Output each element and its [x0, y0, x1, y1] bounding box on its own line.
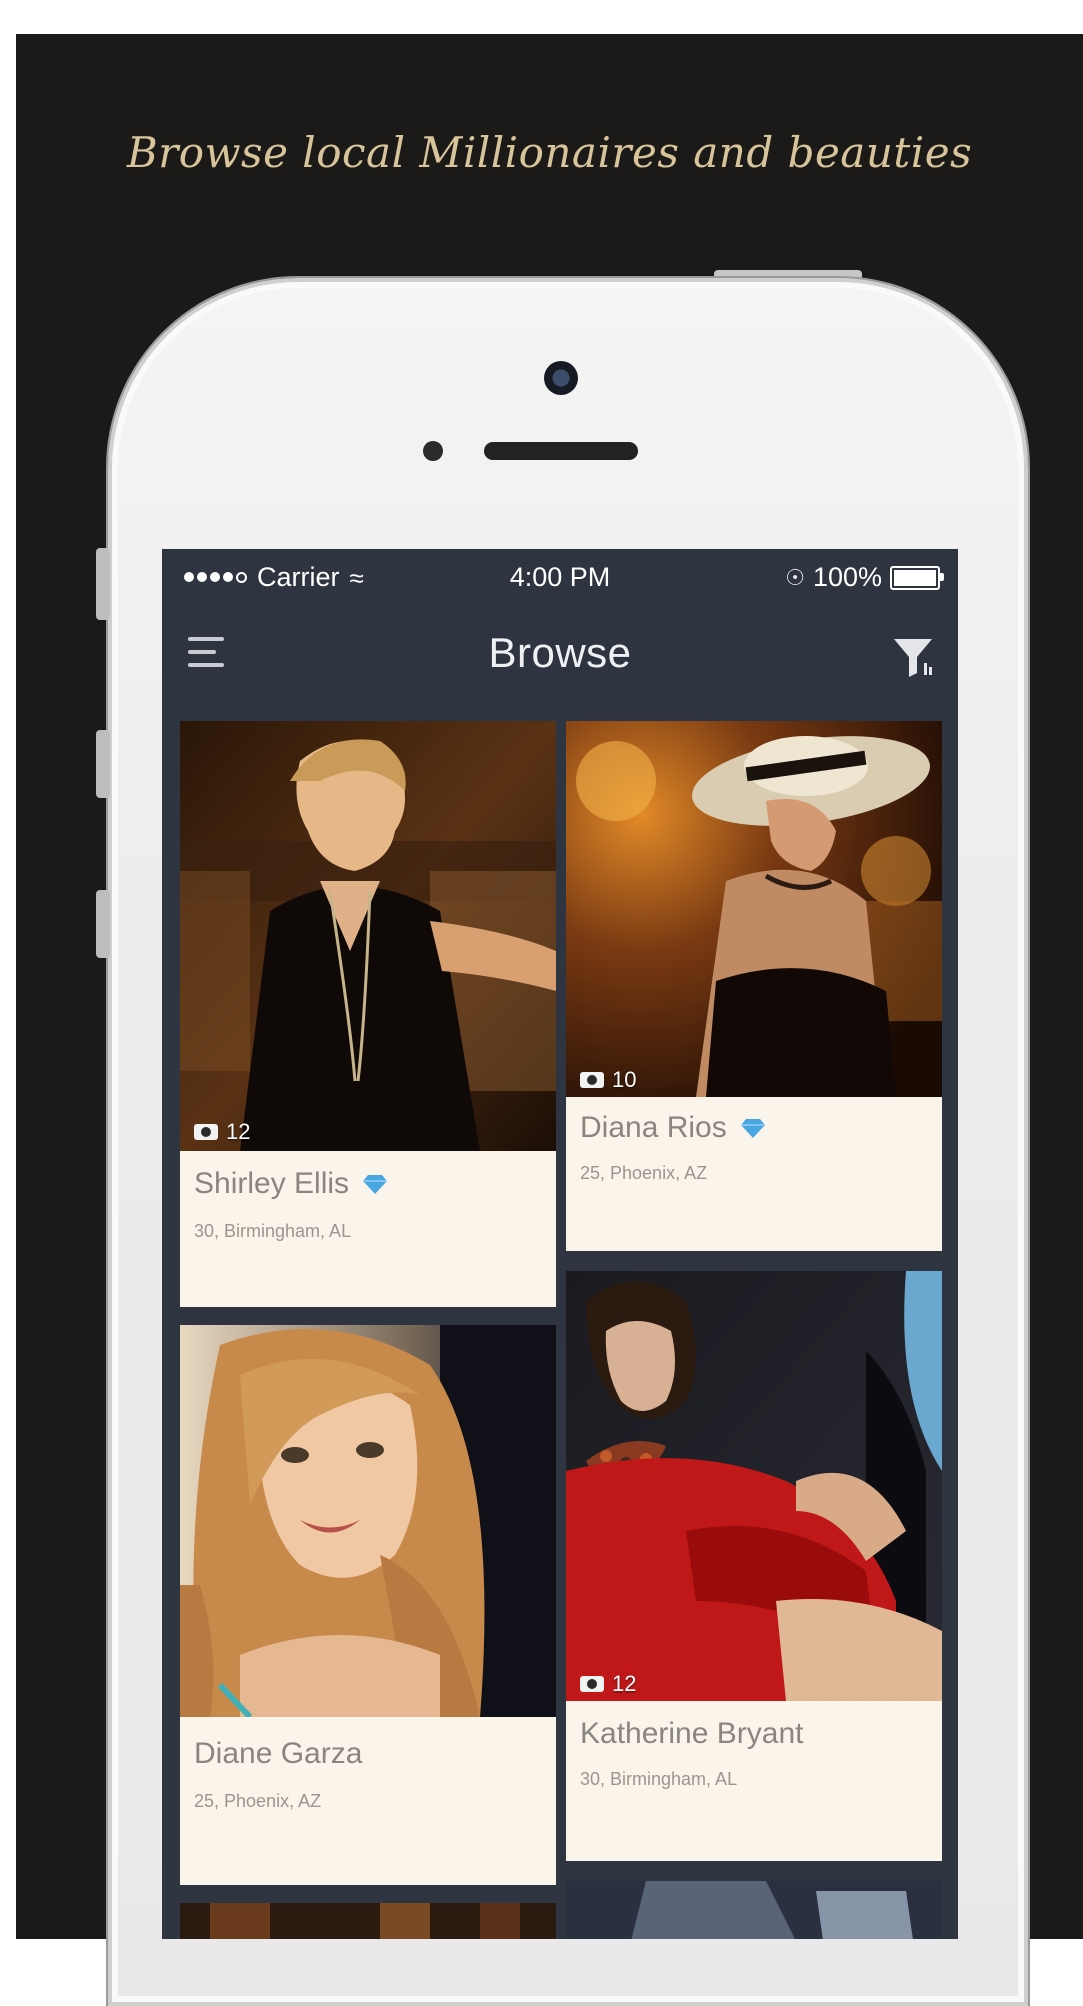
- profile-card-partial[interactable]: [180, 1903, 556, 1939]
- photo-count-badge: 10: [580, 1067, 636, 1093]
- mute-switch: [96, 548, 110, 620]
- photo-count: 12: [612, 1671, 637, 1696]
- volume-down-button: [96, 890, 110, 958]
- earpiece-speaker: [484, 442, 638, 460]
- camera-icon: [194, 1124, 218, 1140]
- camera-icon: [580, 1676, 604, 1692]
- page-title: Browse: [488, 629, 632, 676]
- profile-card-partial[interactable]: [566, 1881, 942, 1939]
- rotation-lock-icon: ☉: [785, 564, 805, 590]
- photo-count-badge: 12: [580, 1671, 636, 1697]
- profile-card-katherine-bryant[interactable]: 12 Katherine Bryant 30, Birmingham, AL: [566, 1271, 942, 1861]
- front-camera: [544, 361, 578, 395]
- diamond-icon: [363, 1175, 388, 1194]
- profile-photo: [180, 1903, 556, 1939]
- battery-icon: [890, 565, 944, 590]
- profile-photo: [566, 1271, 942, 1701]
- profile-card-diana-rios[interactable]: 10 Diana Rios 25, Phoenix, AZ: [566, 721, 942, 1251]
- profile-name: Diane Garza: [194, 1737, 363, 1770]
- profile-photo: [566, 721, 942, 1097]
- profile-name-row: Katherine Bryant: [580, 1717, 803, 1751]
- profile-photo: [180, 721, 556, 1151]
- profile-photo: [180, 1325, 556, 1717]
- profile-details: 30, Birmingham, AL: [194, 1221, 352, 1241]
- photo-count: 10: [612, 1067, 637, 1092]
- profile-name-row: Diane Garza: [194, 1737, 362, 1771]
- nav-bar: Browse: [162, 607, 958, 701]
- photo-count-badge: 12: [194, 1119, 250, 1145]
- profile-card-shirley-ellis[interactable]: 12 Shirley Ellis 30, Birmingham, AL: [180, 721, 556, 1307]
- status-right: ☉ 100%: [785, 562, 944, 593]
- profile-name: Katherine Bryant: [580, 1717, 804, 1750]
- status-bar: Carrier ≈ 4:00 PM ☉ 100%: [162, 549, 958, 607]
- profile-name-row: Diana Rios: [580, 1111, 767, 1145]
- promo-tagline: Browse local Millionaires and beauties: [126, 128, 973, 177]
- profile-photo: [566, 1881, 942, 1939]
- profile-details: 25, Phoenix, AZ: [194, 1791, 322, 1811]
- profile-name: Shirley Ellis: [194, 1167, 350, 1200]
- profile-name: Diana Rios: [580, 1111, 727, 1144]
- camera-icon: [580, 1072, 604, 1088]
- filter-icon[interactable]: [890, 633, 936, 679]
- photo-count: 12: [226, 1119, 251, 1144]
- diamond-icon: [740, 1119, 765, 1138]
- proximity-sensor: [423, 441, 443, 461]
- volume-up-button: [96, 730, 110, 798]
- profile-name-row: Shirley Ellis: [194, 1167, 389, 1201]
- battery-percent: 100%: [812, 562, 882, 592]
- profile-card-diane-garza[interactable]: Diane Garza 25, Phoenix, AZ: [180, 1325, 556, 1885]
- app-screen: Carrier ≈ 4:00 PM ☉ 100% Browse 12 Shirl…: [162, 549, 958, 1939]
- profile-details: 25, Phoenix, AZ: [580, 1163, 708, 1183]
- profile-details: 30, Birmingham, AL: [580, 1769, 738, 1789]
